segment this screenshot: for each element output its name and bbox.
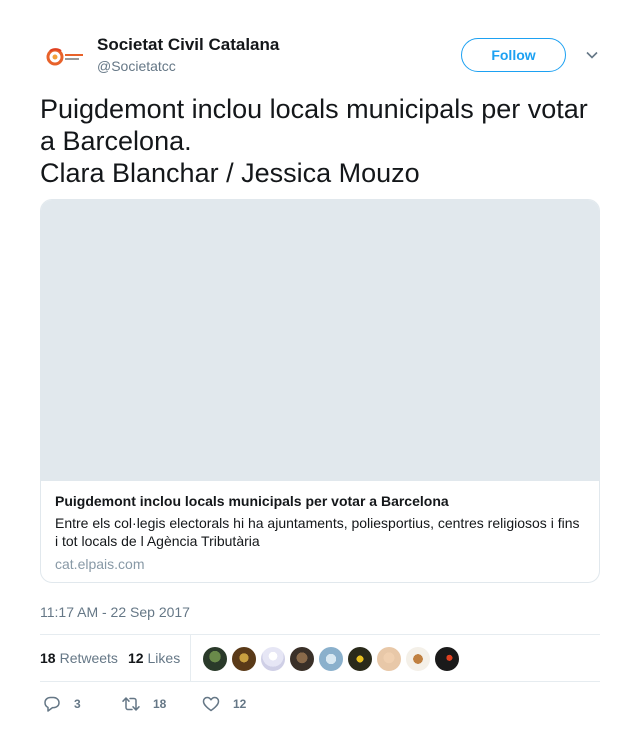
card-image[interactable] [41,200,599,481]
engagement-stats: 18 Retweets 12 Likes [40,634,600,682]
reply-button[interactable]: 3 [42,694,81,714]
reply-icon [44,696,60,712]
tweet-timestamp[interactable]: 11:17 AM - 22 Sep 2017 [40,603,190,621]
avatar[interactable] [202,646,228,672]
avatar[interactable] [260,646,286,672]
retweets-count: 18 [40,650,56,666]
tweet-actions: 3 18 12 [40,694,600,714]
likes-count: 12 [127,650,144,666]
avatar[interactable] [405,646,431,672]
tweet-text-line: Puigdemont inclou locals municipals per … [40,94,588,124]
tweet-text: Puigdemont inclou locals municipals per … [40,93,605,189]
likes-label: Likes [147,650,181,666]
retweets-label: Retweets [59,650,118,666]
avatar[interactable] [231,646,257,672]
avatar[interactable] [376,646,402,672]
link-card[interactable]: Puigdemont inclou locals municipals per … [40,199,600,583]
logo-icon [46,48,83,66]
avatar[interactable] [40,33,88,81]
card-title: Puigdemont inclou locals municipals per … [55,493,449,509]
likes-stat[interactable]: 12 Likes [128,650,180,666]
retweet-icon [122,697,140,711]
tweet-text-line: a Barcelona. [40,126,192,156]
avatar[interactable] [434,646,460,672]
heart-icon [202,696,220,712]
retweet-button[interactable]: 18 [121,694,166,714]
user-handle[interactable]: @Societatcc [97,56,279,76]
liker-avatars [202,646,463,672]
card-domain: cat.elpais.com [55,556,145,572]
like-count: 12 [233,697,247,711]
retweets-stat[interactable]: 18 Retweets [40,650,118,666]
follow-button[interactable]: Follow [461,38,566,72]
like-button[interactable]: 12 [201,694,246,714]
chevron-down-icon[interactable] [584,47,600,63]
reply-count: 3 [74,697,81,711]
tweet-header: Societat Civil Catalana @Societatcc Foll… [40,32,600,81]
tweet-text-line: Clara Blanchar / Jessica Mouzo [40,158,420,188]
card-description: Entre els col·legis electorals hi ha aju… [55,515,580,549]
avatar[interactable] [347,646,373,672]
retweet-count: 18 [153,697,167,711]
display-name[interactable]: Societat Civil Catalana [97,35,279,55]
avatar[interactable] [318,646,344,672]
avatar[interactable] [289,646,315,672]
stats-divider [190,635,191,681]
